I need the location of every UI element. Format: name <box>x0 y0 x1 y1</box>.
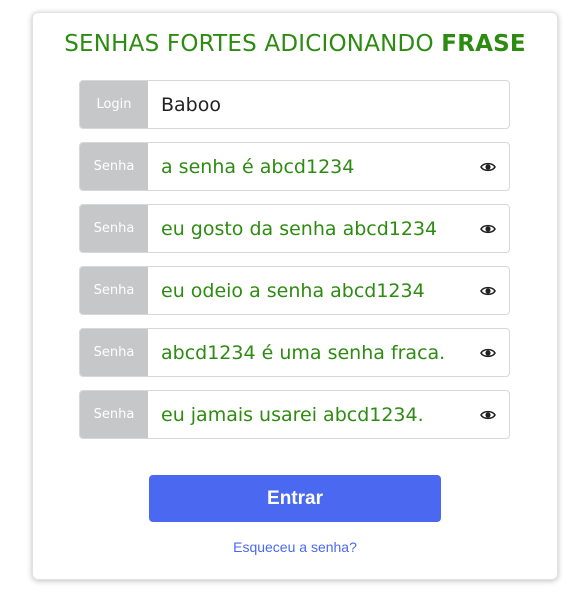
eye-icon[interactable] <box>480 283 496 299</box>
password-label: Senha <box>80 205 148 252</box>
password-input[interactable]: eu odeio a senha abcd1234 <box>161 267 425 314</box>
password-field-3[interactable]: Senha eu odeio a senha abcd1234 <box>79 266 510 315</box>
password-field-4[interactable]: Senha abcd1234 é uma senha fraca. <box>79 328 510 377</box>
password-label: Senha <box>80 329 148 376</box>
password-label: Senha <box>80 267 148 314</box>
title-prefix: SENHAS FORTES ADICIONANDO <box>64 31 442 57</box>
forgot-password-link[interactable]: Esqueceu a senha? <box>33 539 557 555</box>
login-label: Login <box>80 81 148 128</box>
submit-button[interactable]: Entrar <box>149 475 441 522</box>
password-label: Senha <box>80 391 148 438</box>
login-card: SENHAS FORTES ADICIONANDO FRASE Login Ba… <box>32 12 558 580</box>
password-input[interactable]: abcd1234 é uma senha fraca. <box>161 329 445 376</box>
eye-icon[interactable] <box>480 159 496 175</box>
login-field[interactable]: Login Baboo <box>79 80 510 129</box>
password-input[interactable]: eu jamais usarei abcd1234. <box>161 391 424 438</box>
password-field-5[interactable]: Senha eu jamais usarei abcd1234. <box>79 390 510 439</box>
password-input[interactable]: eu gosto da senha abcd1234 <box>161 205 437 252</box>
password-label: Senha <box>80 143 148 190</box>
password-input[interactable]: a senha é abcd1234 <box>161 143 354 190</box>
page-title: SENHAS FORTES ADICIONANDO FRASE <box>33 31 557 57</box>
login-input[interactable]: Baboo <box>161 81 221 128</box>
title-emphasis: FRASE <box>441 31 526 57</box>
password-field-2[interactable]: Senha eu gosto da senha abcd1234 <box>79 204 510 253</box>
eye-icon[interactable] <box>480 221 496 237</box>
password-field-1[interactable]: Senha a senha é abcd1234 <box>79 142 510 191</box>
eye-icon[interactable] <box>480 407 496 423</box>
eye-icon[interactable] <box>480 345 496 361</box>
